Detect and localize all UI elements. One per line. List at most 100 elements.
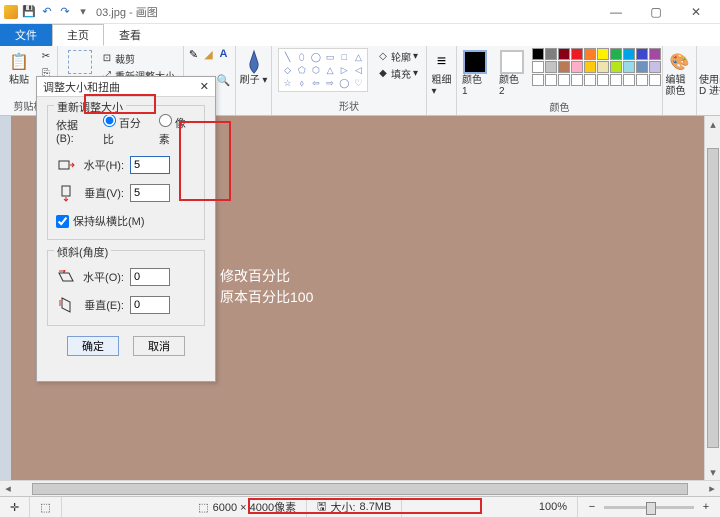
horizontal-scrollbar[interactable]: ◂ ▸ xyxy=(0,480,720,496)
crop-button[interactable]: ⊡裁剪 xyxy=(99,50,177,66)
qat-save-icon[interactable]: 💾 xyxy=(22,5,36,19)
skew-horizontal-input[interactable] xyxy=(130,268,170,286)
shape-fill-button[interactable]: ◆填充 ▾ xyxy=(375,65,420,81)
palette-color[interactable] xyxy=(571,61,583,73)
status-image-dimensions: ⬚ 6000 × 4000像素 xyxy=(188,497,307,517)
color-palette[interactable] xyxy=(532,48,661,86)
palette-color[interactable] xyxy=(532,48,544,60)
tab-view[interactable]: 查看 xyxy=(104,24,156,46)
paste-button[interactable]: 📋 粘贴 xyxy=(3,48,35,88)
palette-color[interactable] xyxy=(532,61,544,73)
qat-undo-icon[interactable]: ↶ xyxy=(40,5,54,19)
brushes-button[interactable]: 刷子 ▾ xyxy=(236,48,272,88)
size-icon: ≡ xyxy=(430,50,454,74)
scroll-right-arrow[interactable]: ▸ xyxy=(704,481,720,497)
palette-color[interactable] xyxy=(571,48,583,60)
tab-file[interactable]: 文件 xyxy=(0,24,52,46)
window-close-button[interactable]: ✕ xyxy=(676,0,716,24)
resize-vertical-input[interactable] xyxy=(130,184,170,202)
palette-color[interactable] xyxy=(584,61,596,73)
tab-home[interactable]: 主页 xyxy=(52,24,104,46)
maintain-aspect-label: 保持纵横比(M) xyxy=(73,213,145,229)
skew-horizontal-icon xyxy=(56,267,76,287)
palette-color[interactable] xyxy=(623,61,635,73)
edit-colors-button[interactable]: 🎨 编辑颜色 xyxy=(662,48,698,99)
paint3d-icon: ⬮ xyxy=(713,50,720,74)
palette-color[interactable] xyxy=(545,61,557,73)
palette-color[interactable] xyxy=(558,48,570,60)
dialog-cancel-button[interactable]: 取消 xyxy=(133,336,185,356)
maintain-aspect-checkbox[interactable] xyxy=(56,215,69,228)
color2-button[interactable]: 颜色 2 xyxy=(495,48,529,99)
radio-percent[interactable]: 百分比 xyxy=(103,114,151,147)
palette-color[interactable] xyxy=(584,48,596,60)
color2-swatch xyxy=(500,50,524,74)
skew-h-label: 水平(O): xyxy=(82,269,124,285)
status-zoom-level: 100% xyxy=(529,497,578,517)
scroll-up-arrow[interactable]: ▴ xyxy=(705,116,720,132)
fill-icon[interactable]: ◢ xyxy=(203,48,215,60)
palette-color[interactable] xyxy=(532,74,544,86)
palette-color[interactable] xyxy=(584,74,596,86)
palette-color[interactable] xyxy=(649,48,661,60)
shapes-gallery[interactable]: ╲⬯◯▭□△ ◇⬠⬡△▷◁ ☆⬨⇦⇨◯♡ xyxy=(278,48,368,92)
window-maximize-button[interactable]: ▢ xyxy=(636,0,676,24)
radio-pixels[interactable]: 像素 xyxy=(159,114,196,147)
palette-color[interactable] xyxy=(623,74,635,86)
palette-color[interactable] xyxy=(597,48,609,60)
palette-color[interactable] xyxy=(597,74,609,86)
pencil-icon[interactable]: ✎ xyxy=(188,48,200,60)
palette-color[interactable] xyxy=(636,48,648,60)
zoom-out-button[interactable]: − xyxy=(586,501,598,513)
brush-icon xyxy=(242,50,266,74)
scroll-left-arrow[interactable]: ◂ xyxy=(0,481,16,497)
resize-horizontal-icon xyxy=(56,155,76,175)
dialog-close-button[interactable]: ✕ xyxy=(200,80,209,93)
skew-vertical-input[interactable] xyxy=(130,296,170,314)
palette-color[interactable] xyxy=(649,61,661,73)
zoom-in-button[interactable]: + xyxy=(700,501,712,513)
dialog-ok-button[interactable]: 确定 xyxy=(67,336,119,356)
vscroll-thumb[interactable] xyxy=(707,148,719,448)
qat-dropdown-icon[interactable]: ▾ xyxy=(76,5,90,19)
resize-h-label: 水平(H): xyxy=(82,157,124,173)
palette-color[interactable] xyxy=(558,74,570,86)
size-button[interactable]: ≡ 粗细▾ xyxy=(426,48,458,99)
resize-vertical-icon xyxy=(56,183,76,203)
magnifier-icon[interactable]: 🔍 xyxy=(218,75,230,87)
palette-color[interactable] xyxy=(597,61,609,73)
cut-icon: ✂ xyxy=(40,50,52,62)
shape-outline-button[interactable]: ◇轮廓 ▾ xyxy=(375,48,420,64)
zoom-slider[interactable] xyxy=(604,506,694,509)
qat-redo-icon[interactable]: ↷ xyxy=(58,5,72,19)
palette-color[interactable] xyxy=(610,61,622,73)
hscroll-thumb[interactable] xyxy=(32,483,688,495)
annotation-text: 修改百分比 原本百分比100 xyxy=(220,266,313,308)
palette-color[interactable] xyxy=(558,61,570,73)
scroll-down-arrow[interactable]: ▾ xyxy=(705,464,720,480)
status-selection-size: ⬚ xyxy=(30,497,61,517)
palette-color[interactable] xyxy=(636,74,648,86)
palette-color[interactable] xyxy=(623,48,635,60)
skew-v-label: 垂直(E): xyxy=(82,297,124,313)
fill-shape-icon: ◆ xyxy=(377,67,389,79)
color1-button[interactable]: 颜色 1 xyxy=(458,48,492,99)
palette-color[interactable] xyxy=(636,61,648,73)
paint3d-button[interactable]: ⬮ 使用画图 3D 进行编辑 xyxy=(695,48,720,99)
palette-color[interactable] xyxy=(610,74,622,86)
select-icon xyxy=(68,50,92,74)
palette-color[interactable] xyxy=(610,48,622,60)
dialog-title-text: 调整大小和扭曲 xyxy=(43,79,120,95)
palette-color[interactable] xyxy=(571,74,583,86)
cut-button[interactable]: ✂ xyxy=(38,48,54,64)
palette-color[interactable] xyxy=(545,74,557,86)
status-file-size: 🖫 大小: 8.7MB xyxy=(307,497,402,517)
resize-horizontal-input[interactable] xyxy=(130,156,170,174)
by-label: 依据(B): xyxy=(56,117,95,145)
palette-color[interactable] xyxy=(649,74,661,86)
text-tool-icon[interactable]: A xyxy=(218,48,230,60)
palette-color[interactable] xyxy=(545,48,557,60)
vertical-scrollbar[interactable]: ▴ ▾ xyxy=(704,116,720,480)
window-minimize-button[interactable]: — xyxy=(596,0,636,24)
skew-vertical-icon xyxy=(56,295,76,315)
